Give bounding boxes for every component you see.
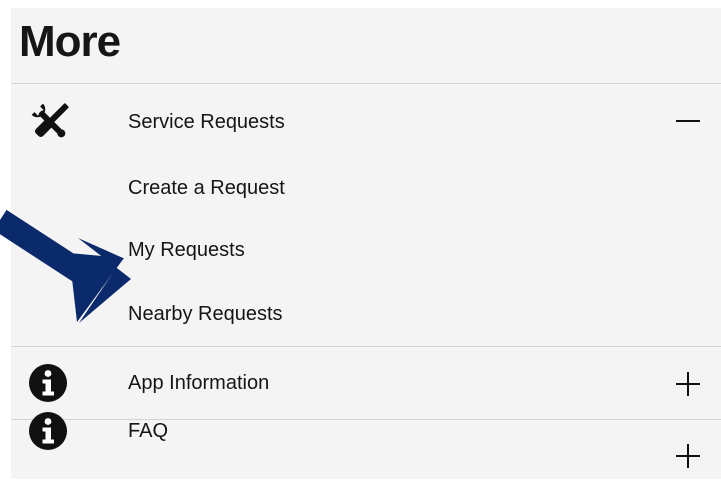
pointer-arrow-icon — [0, 209, 131, 323]
